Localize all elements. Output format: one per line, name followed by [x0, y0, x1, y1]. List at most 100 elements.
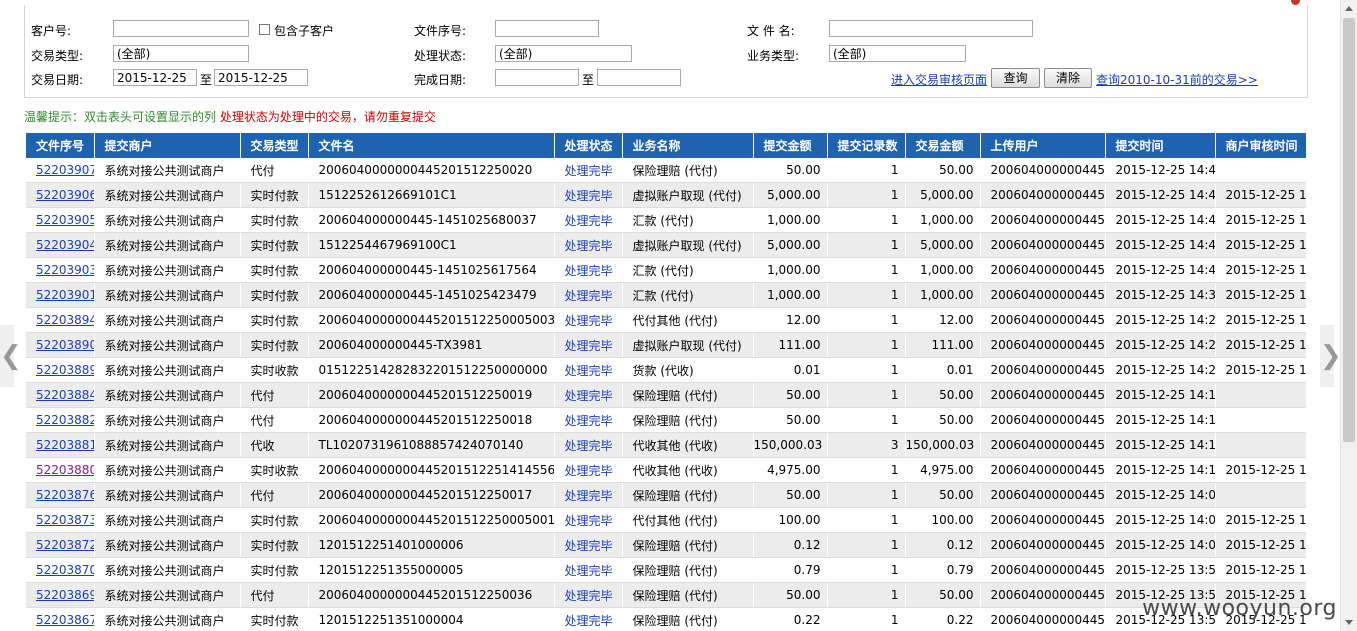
cell-col-upload-user: 20060400000044502	[980, 607, 1106, 631]
file-seq-link[interactable]: 52203870	[36, 563, 93, 577]
file-name-input[interactable]	[829, 20, 1033, 37]
file-seq-link[interactable]: 52203872	[36, 538, 93, 552]
file-seq-link[interactable]: 52203876	[36, 488, 93, 502]
vertical-scrollbar[interactable]	[1340, 0, 1357, 631]
file-seq-link[interactable]: 52203889	[36, 363, 93, 377]
cell-col-trade-type: 实时付款	[240, 182, 309, 208]
cell-col-business: 代收其他 (代收)	[622, 432, 754, 458]
business-type-select[interactable]	[829, 45, 966, 62]
file-seq-link[interactable]: 52203906	[36, 188, 93, 202]
submit-date-to-input[interactable]	[214, 69, 308, 86]
cell-col-file-seq: 52203907	[26, 158, 95, 183]
header-col-submit-time[interactable]: 提交时间	[1105, 133, 1216, 158]
file-seq-link[interactable]: 52203880	[36, 463, 93, 477]
file-seq-link[interactable]: 52203905	[36, 213, 93, 227]
cell-col-upload-user: 20060400000044502	[980, 582, 1106, 608]
complete-date-from-input[interactable]	[495, 69, 579, 86]
complete-date-to-label: 至	[582, 73, 595, 87]
file-seq-input[interactable]	[495, 20, 599, 37]
cell-col-submit-time: 2015-12-25 14:28	[1105, 332, 1216, 358]
cell-col-submit-amount: 50.00	[753, 158, 828, 183]
file-seq-link[interactable]: 52203869	[36, 588, 93, 602]
header-col-status[interactable]: 处理状态	[554, 133, 623, 158]
cell-col-status: 处理完毕	[554, 457, 623, 483]
header-col-file-name[interactable]: 文件名	[308, 133, 555, 158]
query-button[interactable]: 查询	[991, 68, 1040, 88]
file-seq-link[interactable]: 52203890	[36, 338, 93, 352]
cell-col-file-seq: 52203880	[26, 457, 95, 483]
cell-col-trade-amount: 50.00	[905, 158, 981, 183]
file-seq-link[interactable]: 52203884	[36, 388, 93, 402]
cell-col-submit-time: 2015-12-25 13:54	[1105, 557, 1216, 583]
clear-button[interactable]: 清除	[1044, 68, 1092, 88]
cell-col-file-seq: 52203890	[26, 332, 95, 358]
cell-col-trade-amount: 5,000.00	[905, 232, 981, 258]
history-query-link[interactable]: 查询2010-10-31前的交易>>	[1096, 71, 1258, 88]
cell-col-submit-time: 2015-12-25 14:41	[1105, 232, 1216, 258]
cell-col-submit-amount: 50.00	[753, 482, 828, 508]
table-body: 52203907 系统对接公共测试商户 代付 20060400000004452015…	[26, 158, 1306, 631]
cell-col-status: 处理完毕	[554, 332, 623, 358]
scroll-up-button[interactable]	[1341, 0, 1357, 17]
file-seq-link[interactable]: 52203867	[36, 613, 93, 627]
cell-col-trade-amount: 12.00	[905, 307, 981, 333]
header-col-upload-user[interactable]: 上传用户	[980, 133, 1106, 158]
file-seq-link[interactable]: 52203903	[36, 263, 93, 277]
cell-col-file-seq: 52203873	[26, 507, 95, 533]
complete-date-to-input[interactable]	[597, 69, 681, 86]
table-row: 52203894 系统对接公共测试商户 实时付款 200604000000044520…	[26, 307, 1306, 333]
trade-type-select[interactable]	[113, 45, 249, 62]
cell-col-review-time	[1215, 158, 1306, 183]
file-seq-link[interactable]: 52203882	[36, 413, 93, 427]
table-row: 52203881 系统对接公共测试商户 代收 TL102073196108885742…	[26, 432, 1306, 458]
cell-col-upload-user: 20060400000044502	[980, 282, 1106, 308]
cell-col-submit-time: 2015-12-25 14:29	[1105, 307, 1216, 333]
header-col-trade-type[interactable]: 交易类型	[240, 133, 309, 158]
cell-col-merchant: 系统对接公共测试商户	[94, 307, 241, 333]
tip-bar: 温馨提示：双击表头可设置显示的列 处理状态为处理中的交易，请勿重复提交	[24, 108, 436, 125]
file-seq-link[interactable]: 52203907	[36, 163, 93, 177]
header-col-business[interactable]: 业务名称	[622, 133, 754, 158]
process-status-select[interactable]	[495, 45, 632, 62]
table-row: 52203876 系统对接公共测试商户 代付 20060400000004452015…	[26, 482, 1306, 508]
cell-col-file-name: 1512254467969100C1	[308, 232, 555, 258]
file-seq-link[interactable]: 52203873	[36, 513, 93, 527]
cell-col-file-seq: 52203906	[26, 182, 95, 208]
customer-no-input[interactable]	[113, 20, 249, 37]
submit-date-from-input[interactable]	[113, 69, 197, 86]
cell-col-trade-amount: 50.00	[905, 482, 981, 508]
file-seq-label: 文件序号:	[414, 24, 467, 38]
cell-col-submit-amount: 4,975.00	[753, 457, 828, 483]
prev-page-icon[interactable]: ❮	[0, 325, 22, 387]
header-col-file-seq[interactable]: 文件序号	[26, 133, 95, 158]
cell-col-file-seq: 52203881	[26, 432, 95, 458]
file-seq-link[interactable]: 52203904	[36, 238, 93, 252]
cell-col-business: 代收其他 (代收)	[622, 457, 754, 483]
header-col-trade-amount[interactable]: 交易金额	[905, 133, 981, 158]
scroll-thumb[interactable]	[1343, 18, 1355, 442]
scroll-down-button[interactable]	[1341, 614, 1357, 631]
cell-col-trade-amount: 1,000.00	[905, 207, 981, 233]
cell-col-trade-type: 实时付款	[240, 557, 309, 583]
next-page-icon[interactable]: ❯	[1320, 325, 1342, 387]
cell-col-record-count: 1	[827, 182, 906, 208]
table-row: 52203872 系统对接公共测试商户 实时付款 120151225140100000…	[26, 532, 1306, 558]
cell-col-submit-time: 2015-12-25 14:01	[1105, 507, 1216, 533]
cell-col-file-name: 1201512251401000006	[308, 532, 555, 558]
include-sub-checkbox[interactable]	[259, 24, 270, 35]
cell-col-review-time: 2015-12-25 14:	[1215, 182, 1306, 208]
cell-col-trade-type: 实时付款	[240, 257, 309, 283]
cell-col-trade-amount: 50.00	[905, 582, 981, 608]
header-col-record-count[interactable]: 提交记录数	[827, 133, 906, 158]
table-row: 52203873 系统对接公共测试商户 实时付款 200604000000044520…	[26, 507, 1306, 533]
file-seq-link[interactable]: 52203894	[36, 313, 93, 327]
cell-col-file-name: 200604000000445-TX3981	[308, 332, 555, 358]
file-seq-link[interactable]: 52203881	[36, 438, 93, 452]
review-page-link[interactable]: 进入交易审核页面	[891, 71, 987, 88]
header-col-merchant[interactable]: 提交商户	[94, 133, 241, 158]
header-col-review-time[interactable]: 商户审核时间	[1215, 133, 1306, 158]
cell-col-merchant: 系统对接公共测试商户	[94, 457, 241, 483]
header-col-submit-amount[interactable]: 提交金额	[753, 133, 828, 158]
file-seq-link[interactable]: 52203901	[36, 288, 93, 302]
cell-col-submit-amount: 150,000.03	[753, 432, 828, 458]
